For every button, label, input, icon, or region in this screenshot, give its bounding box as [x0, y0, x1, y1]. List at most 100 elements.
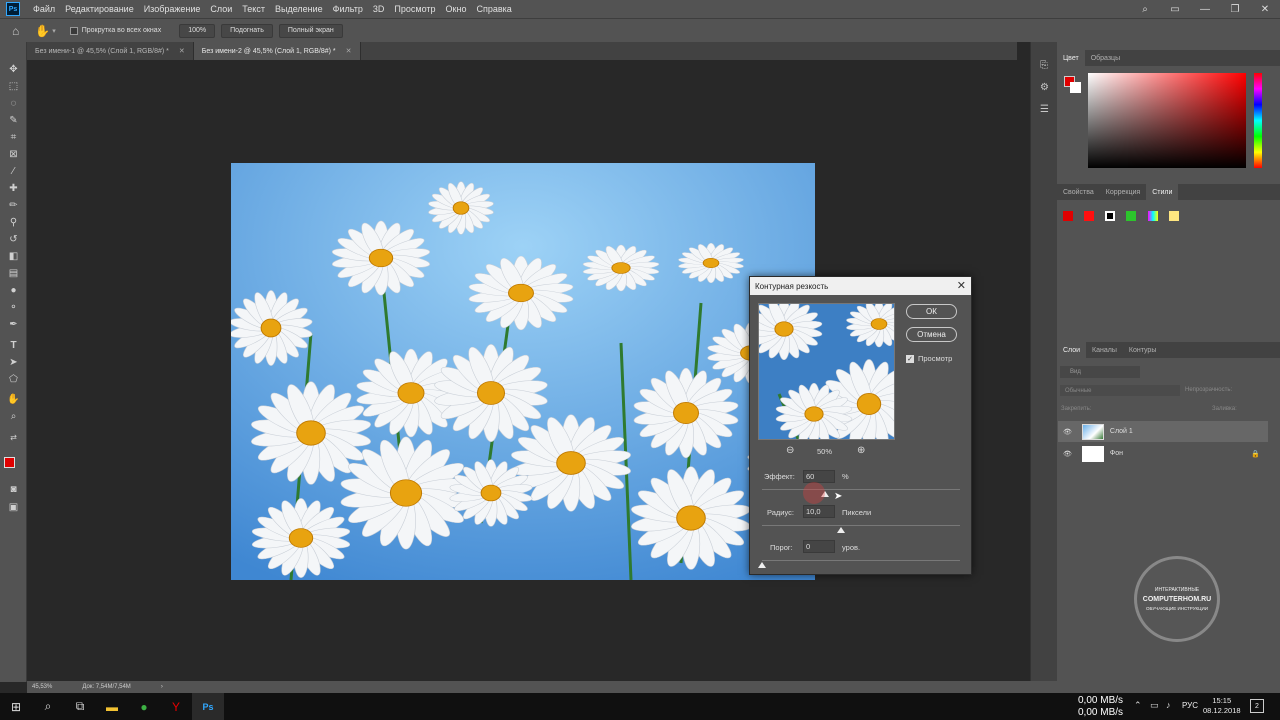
fill-screen-button[interactable]: Полный экран [278, 23, 343, 38]
close-icon[interactable]: ✕ [957, 279, 966, 292]
home-icon[interactable]: ⌂ [12, 24, 19, 38]
scroll-all-checkbox[interactable] [69, 26, 78, 35]
lasso-tool-icon[interactable]: ◌ [5, 96, 22, 111]
marquee-tool-icon[interactable]: ⬚ [5, 79, 22, 94]
menu-layers[interactable]: Слои [205, 4, 237, 14]
preview-checkbox[interactable]: ✓ [906, 354, 914, 363]
threshold-input[interactable]: 0 [803, 540, 835, 553]
threshold-slider-thumb[interactable] [758, 562, 766, 568]
hand-tool-icon[interactable]: ✋ [35, 24, 50, 38]
style-swatch-green[interactable] [1126, 211, 1136, 221]
scroll-all-windows-option[interactable]: Прокрутка во всех окнах [69, 26, 161, 35]
zoom-in-icon[interactable]: ⊕ [857, 445, 865, 456]
properties-icon[interactable]: ☰ [1040, 104, 1049, 115]
dialog-titlebar[interactable]: Контурная резкость ✕ [750, 277, 971, 295]
menu-filter[interactable]: Фильтр [328, 4, 368, 14]
notification-center-icon[interactable]: 2 [1250, 699, 1264, 713]
dialog-preview-image[interactable] [758, 303, 895, 440]
workspace-icon[interactable]: ▭ [1160, 4, 1190, 15]
screen-mode-icon[interactable]: ▣ [5, 500, 22, 515]
search-icon[interactable]: ⌕ [32, 693, 64, 720]
zoom-tool-icon[interactable]: ⌕ [5, 409, 22, 424]
tab-channels[interactable]: Каналы [1086, 342, 1123, 358]
quick-mask-icon[interactable]: ◙ [5, 482, 22, 497]
quick-select-tool-icon[interactable]: ✎ [5, 113, 22, 128]
brush-tool-icon[interactable]: ✏ [5, 198, 22, 213]
stamp-tool-icon[interactable]: ⚲ [5, 215, 22, 230]
menu-help[interactable]: Справка [471, 4, 516, 14]
layer-row-layer1[interactable]: 👁 Слой 1 [1058, 421, 1268, 442]
search-icon[interactable]: ⌕ [1130, 4, 1160, 15]
blend-mode-select[interactable]: Обычные [1060, 385, 1180, 396]
eyedropper-tool-icon[interactable]: ⁄ [5, 164, 22, 179]
layer-row-background[interactable]: 👁 Фон 🔒 [1058, 443, 1268, 464]
zoom-out-icon[interactable]: ⊖ [786, 445, 794, 456]
swap-colors-icon[interactable]: ⇄ [5, 430, 22, 445]
preview-option[interactable]: ✓ Просмотр [906, 354, 952, 363]
hue-slider[interactable] [1254, 73, 1262, 168]
radius-input[interactable]: 10,0 [803, 505, 835, 518]
torrent-icon[interactable]: ● [128, 693, 160, 720]
menu-3d[interactable]: 3D [368, 4, 390, 14]
maximize-button[interactable]: ❐ [1220, 4, 1250, 15]
tab-styles[interactable]: Стили [1146, 184, 1179, 200]
color-panel-background[interactable] [1070, 82, 1081, 93]
healing-tool-icon[interactable]: ✚ [5, 181, 22, 196]
tab-color[interactable]: Цвет [1057, 50, 1085, 66]
style-swatch-red[interactable] [1063, 211, 1073, 221]
zoom-readout[interactable]: 45,53% [32, 684, 52, 690]
menu-file[interactable]: Файл [28, 4, 60, 14]
tab-paths[interactable]: Контуры [1123, 342, 1162, 358]
type-tool-icon[interactable]: T [5, 338, 22, 353]
close-tab-icon[interactable]: ✕ [346, 47, 352, 55]
zoom-100-button[interactable]: 100% [179, 23, 216, 38]
tray-arrow-icon[interactable]: ⌃ [1134, 700, 1142, 711]
gradient-tool-icon[interactable]: ▤ [5, 266, 22, 281]
move-tool-icon[interactable]: ✥ [5, 62, 22, 77]
tab-swatches[interactable]: Образцы [1085, 50, 1126, 66]
radius-slider-track[interactable] [762, 525, 960, 526]
history-icon[interactable]: ⎘ [1040, 60, 1048, 71]
close-tab-icon[interactable]: ✕ [179, 47, 185, 55]
shape-tool-icon[interactable]: ⬠ [5, 372, 22, 387]
tab-properties[interactable]: Свойства [1057, 184, 1100, 200]
eye-icon[interactable]: 👁 [1063, 428, 1072, 436]
photoshop-taskbar-icon[interactable]: Ps [192, 693, 224, 720]
menu-view[interactable]: Просмотр [389, 4, 440, 14]
menu-select[interactable]: Выделение [270, 4, 328, 14]
eraser-tool-icon[interactable]: ◧ [5, 249, 22, 264]
amount-slider-track[interactable] [762, 489, 960, 490]
style-swatch-yellow[interactable] [1169, 211, 1179, 221]
fit-screen-button[interactable]: Подогнать [221, 23, 273, 38]
volume-icon[interactable]: ♪ [1166, 700, 1171, 710]
foreground-color-swatch[interactable] [4, 457, 15, 468]
pen-tool-icon[interactable]: ✒ [5, 317, 22, 332]
task-view-icon[interactable]: ⧉ [64, 693, 96, 720]
layer-filter-input[interactable]: Вид [1060, 366, 1140, 378]
tab-document-2[interactable]: Без имени-2 @ 45,5% (Слой 1, RGB/8#) * ✕ [193, 42, 361, 60]
network-icon[interactable]: ▭ [1150, 700, 1159, 711]
style-swatch-red-2[interactable] [1084, 211, 1094, 221]
tab-layers[interactable]: Слои [1057, 342, 1087, 358]
history-brush-tool-icon[interactable]: ↺ [5, 232, 22, 247]
menu-window[interactable]: Окно [441, 4, 472, 14]
chevron-down-icon[interactable]: ▾ [52, 27, 56, 35]
eye-icon[interactable]: 👁 [1063, 450, 1072, 458]
windows-start-icon[interactable]: ⊞ [0, 693, 32, 720]
close-button[interactable]: ✕ [1250, 4, 1280, 15]
minimize-button[interactable]: — [1190, 4, 1220, 15]
tab-adjustments[interactable]: Коррекция [1100, 184, 1146, 200]
style-swatch-black[interactable] [1105, 211, 1115, 221]
frame-tool-icon[interactable]: ⊠ [5, 147, 22, 162]
clock[interactable]: 15:15 08.12.2018 [1203, 696, 1241, 716]
ok-button[interactable]: ОК [906, 304, 957, 319]
menu-edit[interactable]: Редактирование [60, 4, 139, 14]
tab-document-1[interactable]: Без имени-1 @ 45,5% (Слой 1, RGB/8#) * ✕ [27, 42, 194, 60]
amount-input[interactable]: 60 [803, 470, 835, 483]
color-picker-field[interactable] [1088, 73, 1246, 168]
style-swatch-rainbow[interactable] [1148, 211, 1158, 221]
document-canvas-image[interactable] [231, 163, 815, 580]
path-select-tool-icon[interactable]: ➤ [5, 355, 22, 370]
hand-tool-icon[interactable]: ✋ [5, 392, 22, 407]
file-explorer-icon[interactable]: ▬ [96, 693, 128, 720]
